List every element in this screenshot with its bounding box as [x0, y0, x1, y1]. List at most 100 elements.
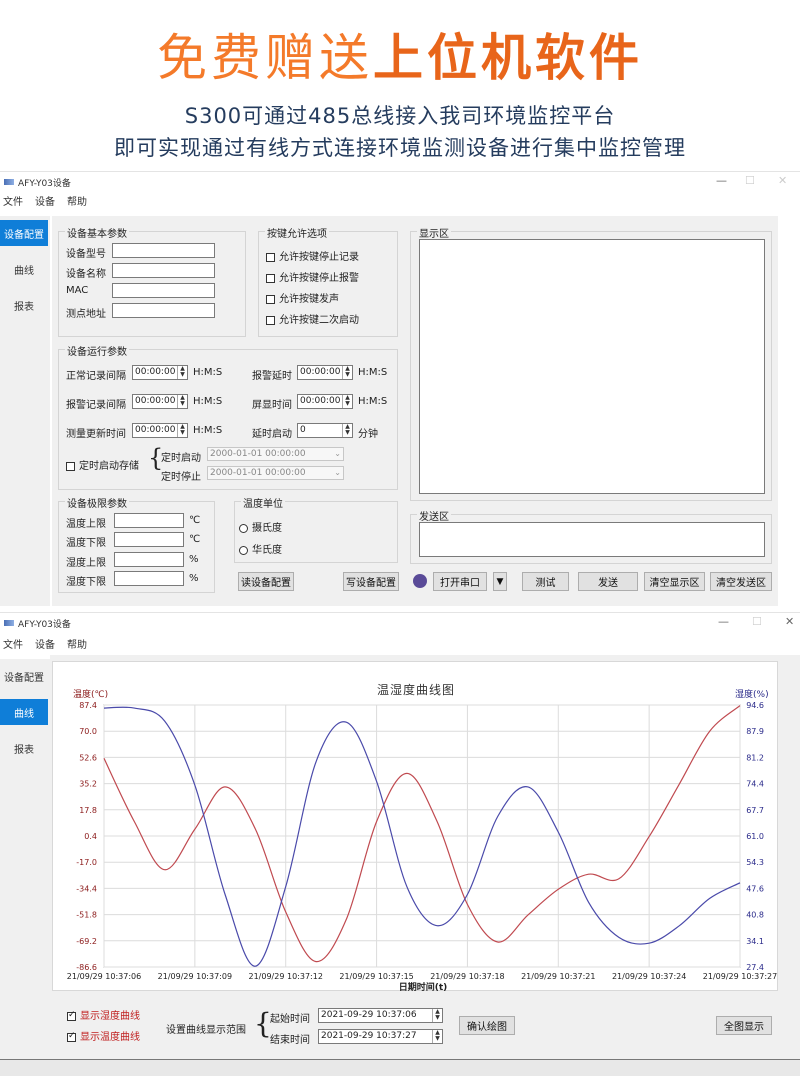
basic-params-title: 设备基本参数 [65, 225, 129, 240]
y-right-tick-label: 40.8 [746, 911, 764, 920]
hum-upper-input[interactable] [114, 552, 184, 567]
show-temperature-toggle[interactable]: 显示温度曲线 [67, 1028, 140, 1043]
hum-lower-input[interactable] [114, 571, 184, 586]
display-textarea[interactable] [419, 239, 765, 494]
timed-stop-input[interactable]: 2000-01-01 00:00:00 ⌄ [207, 466, 344, 480]
chevron-down-icon[interactable]: ⌄ [334, 448, 341, 460]
spinner-arrows-icon[interactable]: ▲ ▼ [177, 395, 187, 408]
full-view-button[interactable]: 全图显示 [716, 1016, 772, 1035]
screen-time-spinner[interactable]: 00:00:00 ▲ ▼ [297, 394, 353, 409]
end-time-picker[interactable]: 2021-09-29 10:37:27 ▲ ▼ [318, 1029, 443, 1044]
alarm-interval-spinner[interactable]: 00:00:00 ▲ ▼ [132, 394, 188, 409]
open-port-button[interactable]: 打开串口 [433, 572, 487, 591]
headline-part1: 免费赠送 [157, 29, 373, 87]
checkbox[interactable] [66, 461, 75, 471]
menu-file[interactable]: 文件 [3, 193, 23, 208]
read-config-button[interactable]: 读设备配置 [238, 572, 294, 591]
close-icon[interactable]: ✕ [785, 615, 794, 628]
y-left-tick-label: -17.0 [76, 858, 97, 867]
spinner-arrows-icon[interactable]: ▲ ▼ [342, 366, 352, 379]
address-input[interactable] [112, 303, 215, 318]
sidebar-item-config[interactable]: 设备配置 [0, 663, 48, 689]
y-left-tick-label: 0.4 [84, 832, 97, 841]
key-option-label: 允许按键二次启动 [279, 315, 359, 326]
sidebar-item-curve[interactable]: 曲线 [0, 699, 48, 725]
timed-stop-label: 定时停止 [161, 472, 201, 483]
spinner-arrows-icon[interactable]: ▲ ▼ [432, 1009, 442, 1022]
minimize-icon[interactable]: — [718, 615, 729, 628]
maximize-icon[interactable]: ☐ [752, 615, 762, 628]
y-left-tick-label: 52.6 [79, 753, 97, 762]
unit-percent: % [189, 573, 199, 584]
sidebar-item-curve[interactable]: 曲线 [0, 256, 48, 282]
menu-help[interactable]: 帮助 [67, 636, 87, 651]
key-option-sound[interactable]: 允许按键发声 [266, 290, 339, 305]
temp-humidity-chart: 87.4 94.6 70.0 87.9 52.6 81.2 35.2 74.4 17.8 67.7… [67, 682, 777, 993]
clear-display-button[interactable]: 清空显示区 [644, 572, 705, 591]
spinner-arrows-icon[interactable]: ▲ ▼ [342, 424, 352, 437]
key-option-stop-record[interactable]: 允许按键停止记录 [266, 248, 359, 263]
menu-help[interactable]: 帮助 [67, 193, 87, 208]
chevron-down-icon[interactable]: ⌄ [334, 467, 341, 479]
close-icon[interactable]: ✕ [778, 174, 787, 187]
app-icon [4, 179, 14, 185]
checkbox[interactable] [266, 294, 275, 304]
checkbox[interactable] [67, 1010, 76, 1021]
test-button[interactable]: 测试 [522, 572, 569, 591]
menu-device[interactable]: 设备 [35, 193, 55, 208]
sidebar-item-report[interactable]: 报表 [0, 292, 48, 318]
checkbox[interactable] [266, 273, 275, 283]
sidebar-item-config[interactable]: 设备配置 [0, 220, 48, 246]
checkbox[interactable] [266, 252, 275, 262]
radio-icon[interactable] [239, 545, 248, 555]
confirm-plot-button[interactable]: 确认绘图 [459, 1016, 515, 1035]
minimize-icon[interactable]: — [716, 174, 727, 187]
alarm-delay-spinner[interactable]: 00:00:00 ▲ ▼ [297, 365, 353, 380]
key-option-stop-alarm[interactable]: 允许按键停止报警 [266, 269, 359, 284]
checkbox[interactable] [266, 315, 275, 325]
write-config-button[interactable]: 写设备配置 [343, 572, 399, 591]
send-textarea[interactable] [419, 522, 765, 557]
celsius-radio[interactable]: 摄氏度 [239, 519, 282, 534]
y-right-tick-label: 47.6 [746, 884, 764, 893]
model-input[interactable] [112, 243, 215, 258]
checkbox[interactable] [67, 1031, 76, 1042]
timed-start-input[interactable]: 2000-01-01 00:00:00 ⌄ [207, 447, 344, 461]
menu-file[interactable]: 文件 [3, 636, 23, 651]
app-icon [4, 620, 14, 626]
clear-send-button[interactable]: 清空发送区 [710, 572, 772, 591]
menu-bar: 文件 设备 帮助 [0, 635, 800, 651]
fahrenheit-radio[interactable]: 华氏度 [239, 541, 282, 556]
start-time-picker[interactable]: 2021-09-29 10:37:06 ▲ ▼ [318, 1008, 443, 1023]
spinner-arrows-icon[interactable]: ▲ ▼ [432, 1030, 442, 1043]
temp-upper-input[interactable] [114, 513, 184, 528]
sidebar-item-report[interactable]: 报表 [0, 735, 48, 761]
port-dropdown-button[interactable]: ▼ [493, 572, 507, 591]
mac-input[interactable] [112, 283, 215, 298]
spinner-arrows-icon[interactable]: ▲ ▼ [177, 366, 187, 379]
y-right-axis-label: 湿度(%) [735, 688, 769, 700]
timed-store-toggle[interactable]: 定时启动存储 [66, 457, 139, 472]
x-tick-label: 21/09/29 10:37:12 [249, 972, 323, 981]
y-right-tick-label: 61.0 [746, 832, 764, 841]
delay-start-spinner[interactable]: 0 ▲ ▼ [297, 423, 353, 438]
y-left-axis-label: 温度(℃) [73, 688, 108, 700]
maximize-icon[interactable]: ☐ [745, 174, 755, 187]
measure-interval-spinner[interactable]: 00:00:00 ▲ ▼ [132, 423, 188, 438]
menu-device[interactable]: 设备 [35, 636, 55, 651]
spinner-arrows-icon[interactable]: ▲ ▼ [177, 424, 187, 437]
radio-icon[interactable] [239, 523, 248, 533]
spinner-arrows-icon[interactable]: ▲ ▼ [342, 395, 352, 408]
screen-time-label: 屏显时间 [252, 400, 292, 411]
config-panel: 设备基本参数 设备型号 设备名称 MAC 测点地址 按键允许选项 允许按键停止记… [52, 216, 778, 606]
send-button[interactable]: 发送 [578, 572, 638, 591]
temp-lower-label: 温度下限 [66, 538, 106, 549]
window-title: AFY-Y03设备 [18, 178, 71, 189]
promo-subtitle-2: 即可实现通过有线方式连接环境监测设备进行集中监控管理 [114, 136, 686, 160]
key-option-restart[interactable]: 允许按键二次启动 [266, 311, 359, 326]
normal-interval-spinner[interactable]: 00:00:00 ▲ ▼ [132, 365, 188, 380]
y-right-tick-label: 74.4 [746, 780, 764, 789]
temp-lower-input[interactable] [114, 532, 184, 547]
name-input[interactable] [112, 263, 215, 278]
show-humidity-toggle[interactable]: 显示湿度曲线 [67, 1007, 140, 1022]
